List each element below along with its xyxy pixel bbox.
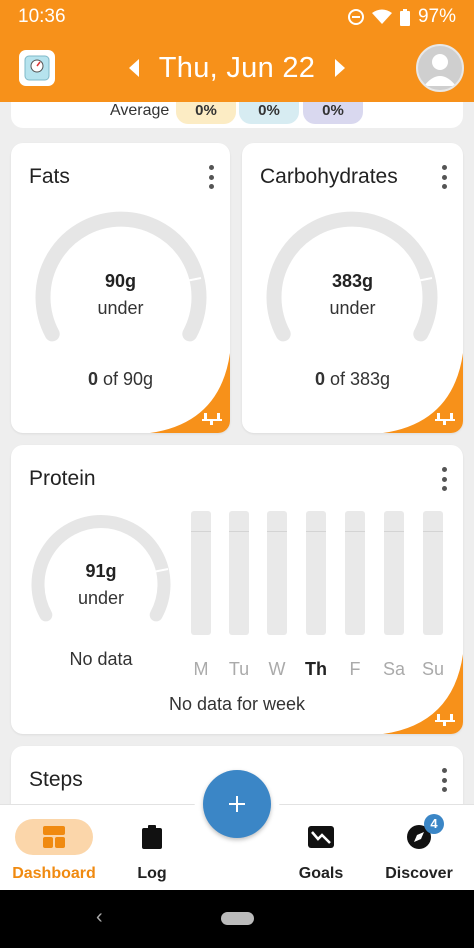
protein-menu-icon[interactable]: [439, 467, 449, 491]
protein-bar-fri: [345, 511, 365, 635]
fats-gauge-label: 90g under: [11, 271, 230, 319]
carbs-gauge-label: 383g under: [242, 271, 463, 319]
protein-bar-sat: [384, 511, 404, 635]
protein-gauge-label: 91g under: [30, 561, 172, 609]
carbs-card[interactable]: Carbohydrates 383g under 0 of 383g: [242, 143, 463, 433]
nav-goals[interactable]: Goals: [271, 819, 371, 883]
carbs-title: Carbohydrates: [260, 165, 398, 188]
day-label-thu: Th: [305, 659, 327, 679]
battery-icon: [399, 8, 410, 26]
scale-icon: [24, 55, 50, 81]
user-avatar-icon: [424, 54, 456, 86]
fats-card[interactable]: Fats 90g under 0 of 90g: [11, 143, 230, 433]
protein-no-data: No data: [69, 649, 133, 669]
next-day-button[interactable]: [326, 48, 354, 88]
previous-day-button[interactable]: [120, 48, 148, 88]
day-label-tue: Tu: [228, 659, 250, 679]
current-date[interactable]: Thu, Jun 22: [159, 52, 315, 85]
trend-icon: [308, 826, 334, 848]
day-label-fri: F: [349, 659, 361, 679]
clipboard-icon: [142, 825, 162, 849]
protein-bar-wed: [267, 511, 287, 635]
system-back-icon[interactable]: ‹: [96, 906, 103, 929]
fats-menu-icon[interactable]: [206, 165, 216, 189]
carbs-status: under: [329, 298, 376, 318]
nav-goals-label: Goals: [298, 865, 344, 882]
protein-remaining: 91g: [85, 561, 117, 581]
day-label-wed: W: [268, 659, 286, 679]
fats-title: Fats: [29, 165, 70, 188]
nav-log-label: Log: [137, 865, 167, 882]
nav-discover[interactable]: Discover: [369, 819, 469, 883]
discover-badge: 4: [424, 814, 444, 834]
fats-consumed: 0: [87, 369, 98, 389]
protein-bar-mon: [191, 511, 211, 635]
average-label: Average: [110, 102, 170, 119]
nav-log[interactable]: Log: [102, 819, 202, 883]
protein-title: Protein: [29, 467, 96, 490]
fats-status: under: [97, 298, 144, 318]
wifi-icon: [371, 9, 392, 24]
carbs-remaining: 383g: [331, 271, 374, 291]
nav-discover-label: Discover: [385, 865, 453, 882]
average-summary: Average 0% 0% 0%: [11, 102, 463, 128]
protein-scale-corner: [383, 654, 463, 734]
app-header: Thu, Jun 22: [0, 34, 474, 102]
fats-scale-corner: [150, 353, 230, 433]
dashboard-icon: [43, 826, 65, 848]
protein-bar-tue: [229, 511, 249, 635]
chevron-left-icon: [129, 59, 139, 77]
profile-avatar[interactable]: [416, 44, 464, 92]
average-carbs-pill: 0%: [239, 102, 299, 124]
average-fats-pill: 0%: [176, 102, 236, 124]
do-not-disturb-icon: [347, 9, 364, 25]
date-navigator: Thu, Jun 22: [120, 44, 354, 92]
battery-level: 97%: [417, 6, 456, 27]
protein-card[interactable]: Protein 91g under No data M Tu W Th F Sa…: [11, 445, 463, 734]
carbs-of-goal: of 383g: [329, 369, 391, 389]
system-home-pill[interactable]: [221, 912, 254, 925]
protein-bar-thu: [306, 511, 326, 635]
chevron-right-icon: [335, 59, 345, 77]
status-bar: 10:36 97%: [0, 0, 474, 34]
fats-remaining: 90g: [104, 271, 137, 291]
scale-button[interactable]: [19, 50, 55, 86]
plus-icon: [229, 796, 245, 812]
system-navigation-bar: ‹: [0, 890, 474, 948]
carbs-consumed: 0: [314, 369, 325, 389]
nav-dashboard[interactable]: Dashboard: [4, 819, 104, 883]
day-label-mon: M: [193, 659, 209, 679]
protein-bar-sun: [423, 511, 443, 635]
carbs-scale-corner: [383, 353, 463, 433]
nav-dashboard-label: Dashboard: [12, 865, 96, 882]
protein-status: under: [77, 588, 125, 608]
carbs-menu-icon[interactable]: [439, 165, 449, 189]
status-time: 10:36: [18, 6, 66, 27]
steps-menu-icon[interactable]: [439, 768, 449, 792]
add-entry-button[interactable]: [203, 770, 271, 838]
steps-title: Steps: [29, 768, 83, 791]
average-protein-pill: 0%: [303, 102, 363, 124]
fats-of-goal: of 90g: [102, 369, 154, 389]
